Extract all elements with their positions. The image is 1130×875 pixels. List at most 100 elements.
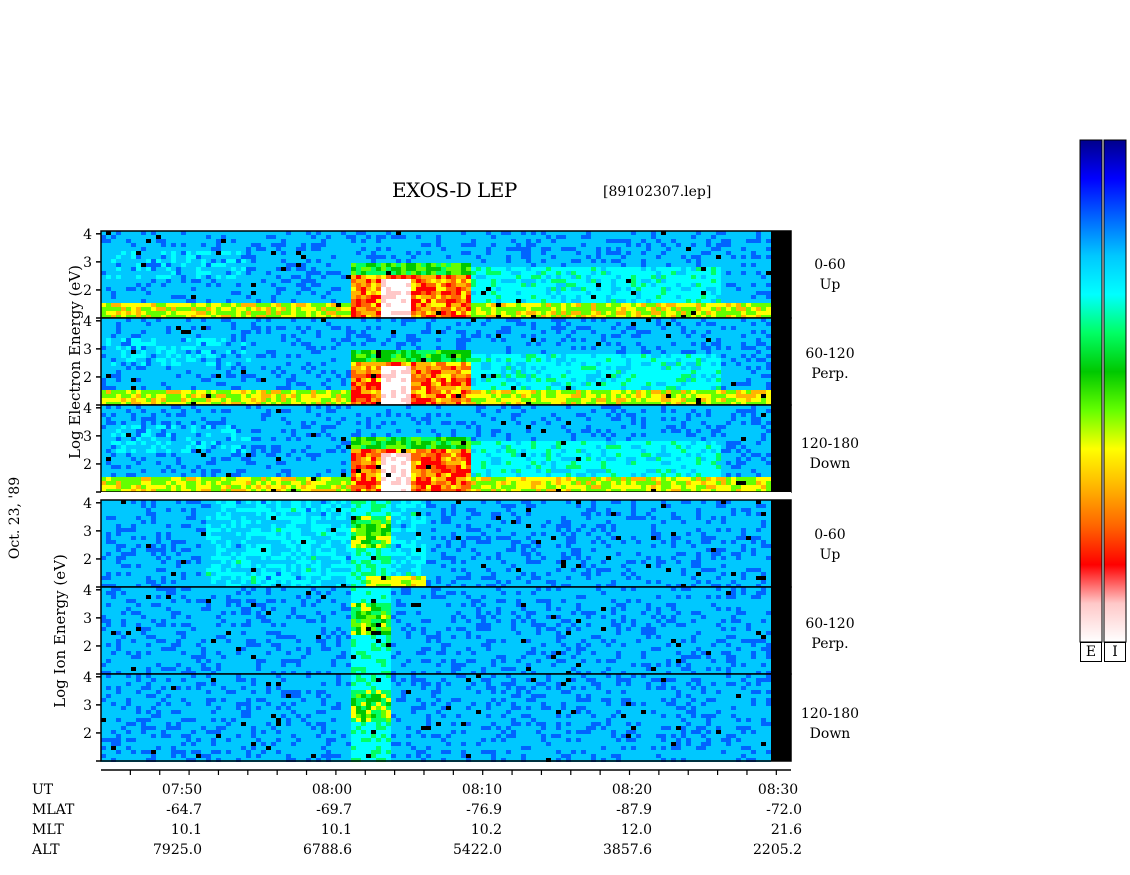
heatmap-cell (706, 259, 711, 263)
heatmap-cell (661, 247, 666, 251)
heatmap-cell (251, 235, 256, 239)
heatmap-cell (286, 303, 291, 307)
heatmap-cell (381, 311, 386, 315)
heatmap-cell (406, 362, 411, 366)
heatmap-cell (206, 247, 211, 251)
heatmap-cell (276, 239, 281, 243)
heatmap-cell (316, 330, 321, 334)
heatmap-cell (591, 370, 596, 374)
heatmap-cell (531, 307, 536, 311)
heatmap-cell (151, 291, 156, 295)
heatmap-cell (191, 291, 196, 295)
heatmap-cell (146, 326, 151, 330)
heatmap-cell (376, 235, 381, 239)
heatmap-cell (531, 362, 536, 366)
heatmap-cell (761, 247, 766, 251)
heatmap-cell (411, 243, 416, 247)
heatmap-cell (521, 307, 526, 311)
heatmap-cell (636, 271, 641, 275)
heatmap-cell (516, 350, 521, 354)
heatmap-cell (301, 334, 306, 338)
heatmap-cell (646, 326, 651, 330)
heatmap-cell (521, 350, 526, 354)
heatmap-cell (451, 295, 456, 299)
heatmap-cell (676, 338, 681, 342)
heatmap-cell (366, 239, 371, 243)
heatmap-cell (731, 235, 736, 239)
heatmap-cell (221, 354, 226, 358)
heatmap-cell (501, 243, 506, 247)
heatmap-cell (146, 243, 151, 247)
heatmap-cell (386, 267, 391, 271)
heatmap-cell (106, 239, 111, 243)
heatmap-cell (216, 311, 221, 315)
heatmap-cell (346, 374, 351, 378)
heatmap-cell (156, 311, 161, 315)
heatmap-cell (541, 307, 546, 311)
heatmap-cell (321, 362, 326, 366)
heatmap-cell (731, 263, 736, 267)
heatmap-cell (471, 299, 476, 303)
heatmap-cell (731, 295, 736, 299)
heatmap-cell (511, 295, 516, 299)
heatmap-cell (526, 235, 531, 239)
heatmap-cell (336, 334, 341, 338)
heatmap-cell (621, 275, 626, 279)
heatmap-cell (581, 311, 586, 315)
heatmap-cell (526, 263, 531, 267)
heatmap-cell (606, 374, 611, 378)
heatmap-cell (721, 247, 726, 251)
heatmap-cell (451, 354, 456, 358)
heatmap-cell (631, 247, 636, 251)
heatmap-cell (521, 330, 526, 334)
heatmap-cell (476, 326, 481, 330)
heatmap-cell (611, 307, 616, 311)
heatmap-cell (741, 291, 746, 295)
heatmap-cell (696, 279, 701, 283)
heatmap-cell (486, 291, 491, 295)
heatmap-cell (556, 247, 561, 251)
heatmap-cell (411, 374, 416, 378)
heatmap-cell (531, 346, 536, 350)
heatmap-cell (496, 283, 501, 287)
heatmap-cell (476, 303, 481, 307)
heatmap-cell (686, 283, 691, 287)
heatmap-cell (491, 350, 496, 354)
heatmap-cell (166, 362, 171, 366)
heatmap-cell (631, 287, 636, 291)
heatmap-cell (181, 362, 186, 366)
heatmap-cell (566, 235, 571, 239)
heatmap-cell (146, 374, 151, 378)
heatmap-cell (311, 239, 316, 243)
heatmap-cell (111, 358, 116, 362)
heatmap-cell (331, 299, 336, 303)
heatmap-cell (731, 247, 736, 251)
heatmap-cell (561, 299, 566, 303)
heatmap-cell (171, 283, 176, 287)
heatmap-cell (661, 279, 666, 283)
heatmap-cell (526, 326, 531, 330)
heatmap-cell (571, 366, 576, 370)
heatmap-cell (281, 267, 286, 271)
heatmap-cell (636, 311, 641, 315)
heatmap-cell (321, 374, 326, 378)
heatmap-cell (531, 350, 536, 354)
heatmap-cell (411, 354, 416, 358)
heatmap-cell (481, 275, 486, 279)
heatmap-cell (316, 299, 321, 303)
heatmap-cell (666, 330, 671, 334)
heatmap-cell (541, 303, 546, 307)
heatmap-cell (186, 295, 191, 299)
heatmap-cell (536, 311, 541, 315)
heatmap-cell (161, 334, 166, 338)
heatmap-cell (601, 287, 606, 291)
heatmap-cell (471, 239, 476, 243)
heatmap-cell (426, 358, 431, 362)
heatmap-cell (341, 255, 346, 259)
heatmap-cell (216, 354, 221, 358)
heatmap-cell (171, 322, 176, 326)
heatmap-cell (211, 287, 216, 291)
heatmap-cell (576, 374, 581, 378)
heatmap-cell (686, 362, 691, 366)
heatmap-cell (726, 362, 731, 366)
